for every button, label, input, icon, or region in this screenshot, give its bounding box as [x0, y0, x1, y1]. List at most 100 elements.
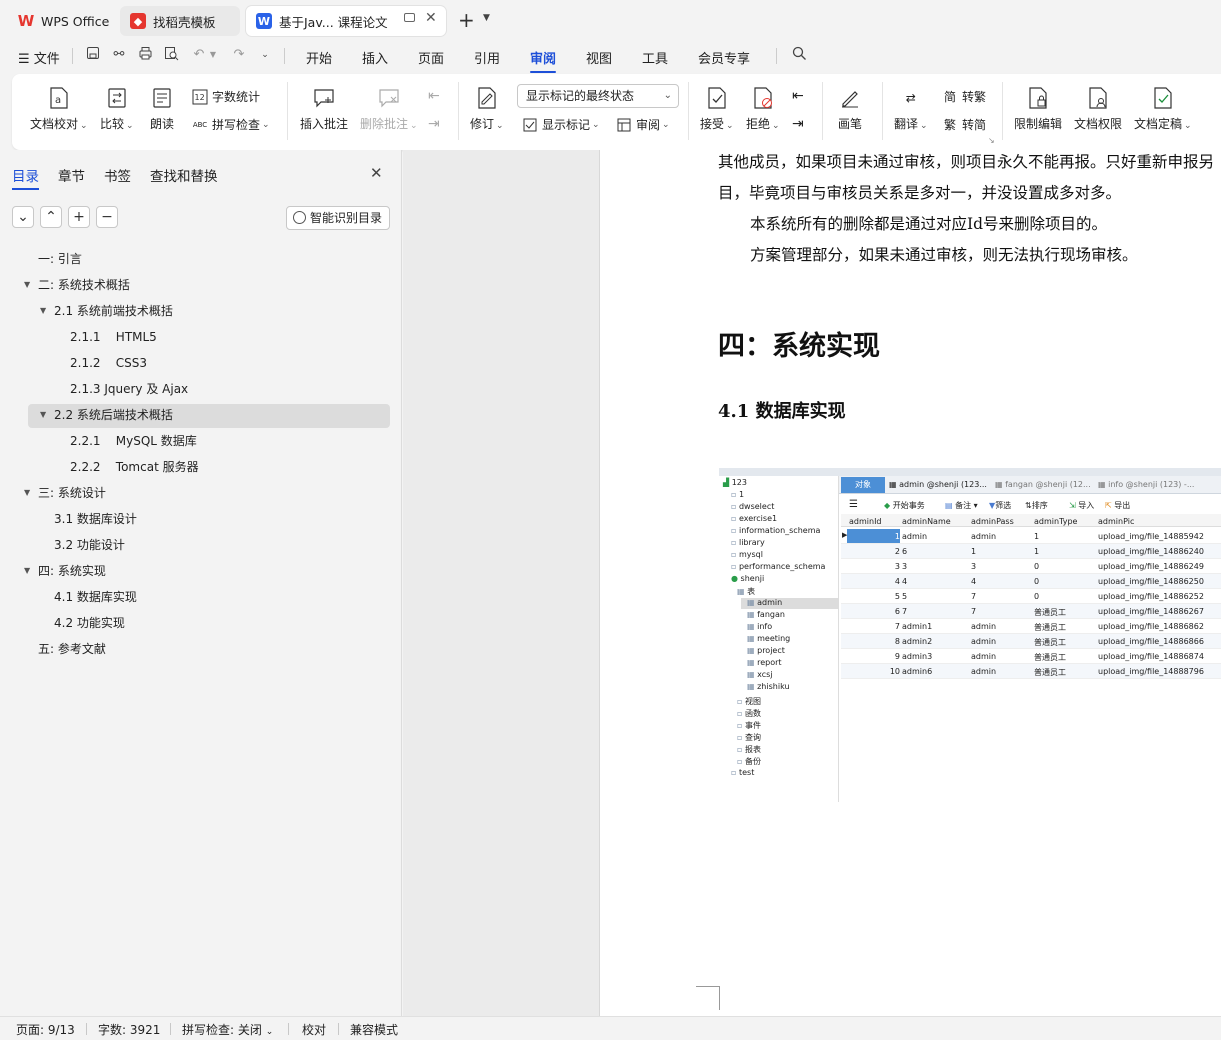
shot-tab[interactable]: ▦ info @shenji (123) -... [1098, 480, 1194, 489]
more-chevron-icon[interactable]: ⌄ [256, 46, 274, 64]
shot-table-cell[interactable]: admin6 [902, 667, 932, 676]
shot-tree-item[interactable]: ▦ admin [747, 598, 782, 607]
to-traditional-button[interactable]: 简 转繁 [942, 88, 986, 105]
shot-tree-item[interactable]: ▫ 视图 [737, 696, 761, 707]
shot-table-cell[interactable]: admin [971, 652, 996, 661]
shot-table-cell[interactable]: 普通员工 [1034, 667, 1066, 678]
shot-tree-item[interactable]: ▦ zhishiku [747, 682, 790, 691]
tab-toc[interactable]: 目录 [12, 165, 39, 190]
compare-button[interactable]: 比较 ⌄ [100, 86, 134, 132]
collapse-down-button[interactable]: ⌄ [12, 206, 34, 228]
shot-tree-item[interactable]: ▫ 查询 [737, 732, 761, 743]
shot-table-cell[interactable]: admin [971, 667, 996, 676]
shot-table-cell[interactable]: 5 [902, 592, 907, 601]
toc-item[interactable]: 4.1 数据库实现 [54, 584, 137, 610]
shot-tab-objects[interactable]: 对象 [841, 477, 885, 493]
shot-table-cell[interactable]: 4 [971, 577, 976, 586]
shot-column-header[interactable]: adminPass [971, 517, 1014, 526]
print-icon[interactable] [136, 46, 154, 64]
tab-chapters[interactable]: 章节 [58, 165, 85, 185]
shot-tab[interactable]: ▦ admin @shenji (123... [889, 480, 987, 489]
shot-column-header[interactable]: adminName [902, 517, 951, 526]
new-tab-icon[interactable]: + [458, 8, 475, 32]
word-count-button[interactable]: 12 字数统计 [192, 88, 260, 105]
shot-table-cell[interactable]: upload_img/file_14888796 [1098, 667, 1204, 676]
shot-tree-item[interactable]: ▦ report [747, 658, 782, 667]
float-window-icon[interactable] [404, 13, 415, 22]
print-preview-icon[interactable] [162, 46, 180, 64]
spell-check-status[interactable]: 拼写检查: 关闭 ⌄ [182, 1021, 273, 1038]
shot-table-cell[interactable]: 7 [847, 622, 900, 631]
review-pane-button[interactable]: 审阅 ⌄ [616, 116, 670, 133]
redo-icon[interactable]: ↷ [230, 46, 248, 64]
add-heading-button[interactable]: + [68, 206, 90, 228]
shot-table-cell[interactable]: 6 [847, 607, 900, 616]
shot-tree-item[interactable]: ▫ performance_schema [731, 562, 825, 571]
shot-column-header[interactable]: adminId [849, 517, 882, 526]
shot-table-cell[interactable]: upload_img/file_14886267 [1098, 607, 1204, 616]
ribbon-expand-icon[interactable]: ↘ [988, 136, 995, 145]
toc-item[interactable]: ▼ 二: 系统技术概括 [24, 272, 130, 298]
proof-status[interactable]: 校对 [302, 1021, 326, 1038]
shot-tree-item[interactable]: ▫ dwselect [731, 502, 774, 511]
remove-heading-button[interactable]: − [96, 206, 118, 228]
page-indicator[interactable]: 页面: 9/13 [16, 1021, 75, 1038]
shot-table-cell[interactable]: 3 [847, 562, 900, 571]
shot-tree-item[interactable]: ▫ information_schema [731, 526, 820, 535]
shot-table-cell[interactable]: 4 [902, 577, 907, 586]
track-changes-button[interactable]: 修订 ⌄ [470, 86, 504, 132]
show-markup-button[interactable]: 显示标记 ⌄ [522, 116, 600, 133]
shot-tree-item[interactable]: ▫ library [731, 538, 765, 547]
shot-table-cell[interactable]: 0 [1034, 592, 1039, 601]
menu-view[interactable]: 视图 [586, 48, 612, 67]
shot-table-cell[interactable]: upload_img/file_14886866 [1098, 637, 1204, 646]
shot-table-cell[interactable]: 7 [902, 607, 907, 616]
spell-check-button[interactable]: ABC 拼写检查 ⌄ [192, 116, 270, 133]
tab-document[interactable]: W 基于Jav... 课程论文 ✕ [246, 6, 446, 36]
shot-memo[interactable]: ▤ 备注 ▾ [945, 500, 978, 511]
shot-table-cell[interactable]: admin3 [902, 652, 932, 661]
tab-list-chevron-icon[interactable]: ▼ [483, 13, 490, 23]
shot-tree-item[interactable]: ▦ 表 [737, 586, 755, 597]
toc-item[interactable]: 3.1 数据库设计 [54, 506, 137, 532]
toc-item[interactable]: ▼ 三: 系统设计 [24, 480, 106, 506]
toc-item[interactable]: 3.2 功能设计 [54, 532, 125, 558]
shot-table-cell[interactable]: 1 [847, 532, 900, 541]
doc-finalize-button[interactable]: 文档定稿 ⌄ [1134, 86, 1192, 132]
save-icon[interactable] [84, 46, 102, 64]
shot-table-cell[interactable]: upload_img/file_14886249 [1098, 562, 1204, 571]
shot-sort[interactable]: ⇅排序 [1025, 500, 1048, 511]
shot-table-cell[interactable]: upload_img/file_14885942 [1098, 532, 1204, 541]
shot-column-header[interactable]: adminType [1034, 517, 1077, 526]
expand-triangle-icon[interactable]: ▼ [40, 402, 46, 428]
tab-find-replace[interactable]: 查找和替换 [150, 165, 218, 185]
shot-filter[interactable]: ▼筛选 [989, 500, 1011, 511]
toc-item[interactable]: 2.1.1 HTML5 [70, 324, 157, 350]
shot-table-cell[interactable]: 10 [847, 667, 900, 676]
shot-table-cell[interactable]: 1 [1034, 532, 1039, 541]
shot-tree-item[interactable]: ▦ project [747, 646, 785, 655]
shot-tree-item[interactable]: ▫ exercise1 [731, 514, 777, 523]
shot-table-cell[interactable]: upload_img/file_14886862 [1098, 622, 1204, 631]
search-icon[interactable] [790, 46, 808, 64]
toc-item[interactable]: 2.1.3 Jquery 及 Ajax [70, 376, 188, 402]
shot-table-cell[interactable]: 9 [847, 652, 900, 661]
menu-membership[interactable]: 会员专享 [698, 48, 750, 67]
shot-tree-item[interactable]: ▦ meeting [747, 634, 790, 643]
shot-table-cell[interactable]: admin [971, 637, 996, 646]
translate-button[interactable]: ⇄ 翻译 ⌄ [894, 86, 928, 132]
menu-insert[interactable]: 插入 [362, 48, 388, 67]
toc-item-selected[interactable]: ▼ 2.2 系统后端技术概括 [40, 402, 173, 428]
prev-comment-icon[interactable]: ⇤ [428, 88, 440, 104]
shot-tree-item[interactable]: ▫ 事件 [737, 720, 761, 731]
shot-table-cell[interactable]: 3 [902, 562, 907, 571]
expand-triangle-icon[interactable]: ▼ [40, 298, 46, 324]
shot-table-cell[interactable]: 4 [847, 577, 900, 586]
shot-table-cell[interactable]: 0 [1034, 577, 1039, 586]
toc-item[interactable]: ▼ 2.1 系统前端技术概括 [40, 298, 173, 324]
shot-table-cell[interactable]: 1 [1034, 547, 1039, 556]
shot-table-cell[interactable]: 8 [847, 637, 900, 646]
close-tab-icon[interactable]: ✕ [425, 10, 437, 26]
shot-table-cell[interactable]: 普通员工 [1034, 652, 1066, 663]
toc-item[interactable]: 4.2 功能实现 [54, 610, 125, 636]
